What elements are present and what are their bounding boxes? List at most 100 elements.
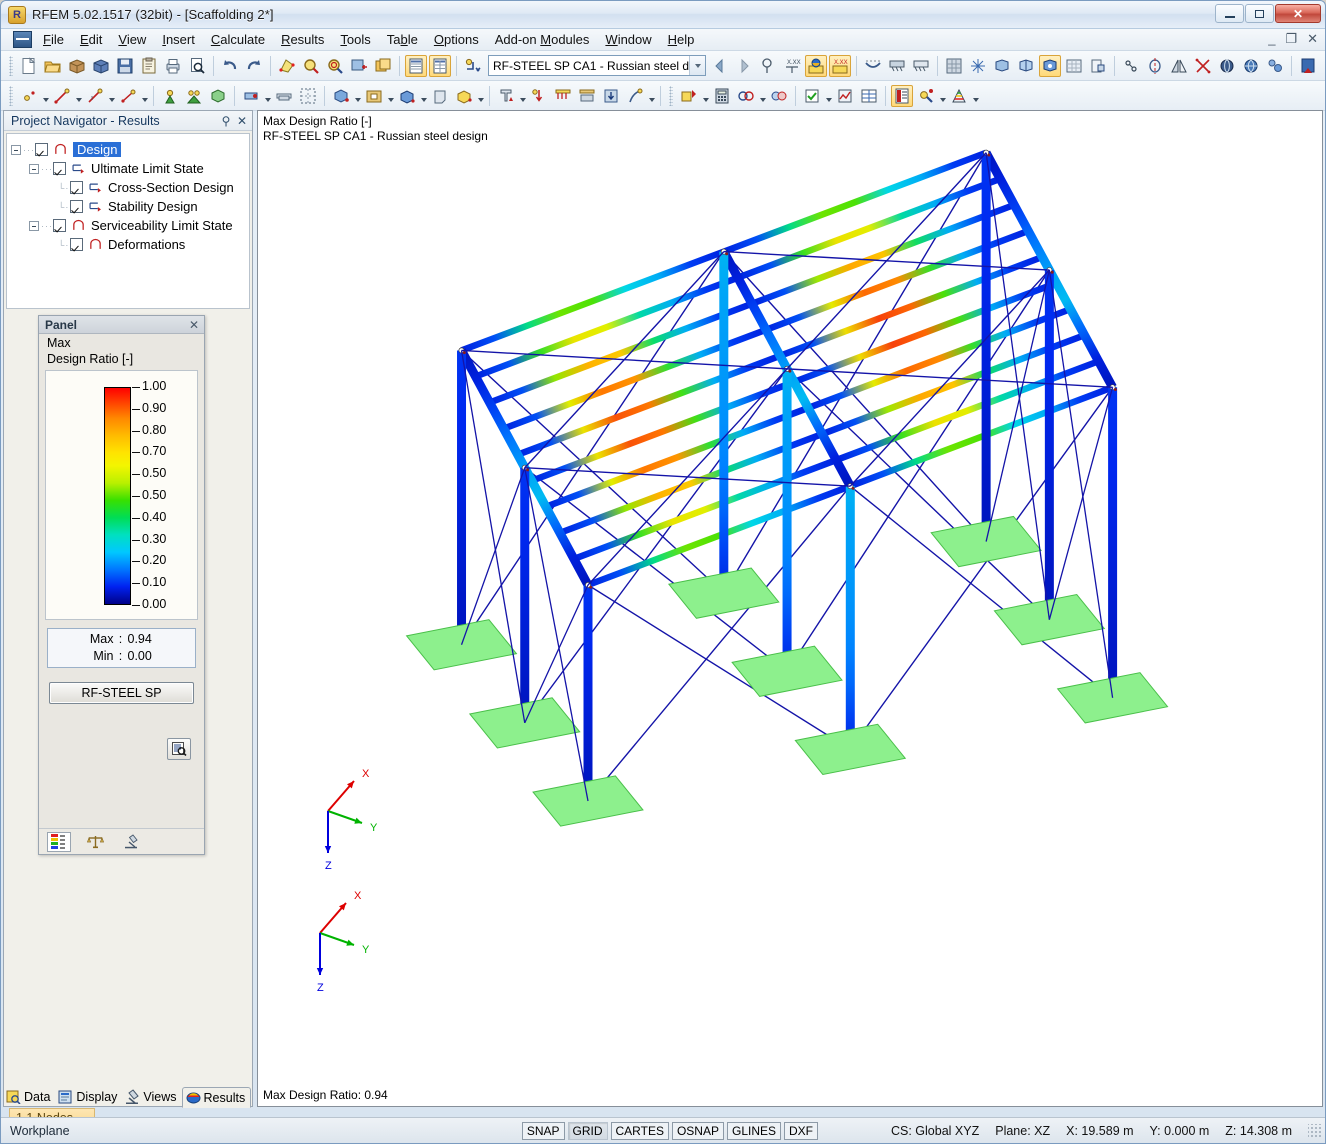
menu-tools[interactable]: Tools bbox=[332, 29, 378, 50]
close-icon[interactable]: ✕ bbox=[187, 318, 201, 332]
imperfection-icon[interactable] bbox=[624, 85, 646, 107]
new-volume-dropdown-arrow[interactable] bbox=[476, 85, 485, 107]
color-scale-dropdown-arrow[interactable] bbox=[971, 85, 980, 107]
show-results-icon[interactable] bbox=[805, 54, 827, 77]
print-preview-icon[interactable] bbox=[186, 55, 208, 77]
new-solid-icon[interactable] bbox=[396, 85, 418, 107]
print-report-1-icon[interactable] bbox=[1297, 55, 1319, 77]
tree-item-ultimate-limit-state[interactable]: ··· Ultimate Limit State bbox=[11, 159, 245, 178]
new-file-icon[interactable] bbox=[18, 55, 40, 77]
eccentricity-icon[interactable] bbox=[273, 85, 295, 107]
render-model-icon[interactable] bbox=[276, 55, 298, 77]
menu-table[interactable]: Table bbox=[379, 29, 426, 50]
checkbox[interactable] bbox=[70, 200, 83, 213]
menu-results[interactable]: Results bbox=[273, 29, 332, 50]
result-diagram-icon[interactable]: X.XX bbox=[781, 55, 803, 77]
print-icon[interactable] bbox=[162, 55, 184, 77]
new-node-dropdown-arrow[interactable] bbox=[41, 85, 50, 107]
navigator-tab-results[interactable]: Results bbox=[181, 1087, 252, 1108]
tree-item-stability-design[interactable]: └·· Stability Design bbox=[11, 197, 245, 216]
result-values-icon[interactable] bbox=[757, 55, 779, 77]
load-case-combo[interactable]: RF-STEEL SP CA1 - Russian steel design bbox=[488, 55, 706, 76]
nodal-load-dropdown-arrow[interactable] bbox=[518, 85, 527, 107]
close-icon[interactable]: ✕ bbox=[234, 113, 250, 129]
rotate-icon[interactable] bbox=[1144, 55, 1166, 77]
member-result-icon[interactable] bbox=[834, 85, 856, 107]
new-support-icon[interactable] bbox=[117, 85, 139, 107]
navigator-tab-views[interactable]: Views bbox=[122, 1086, 181, 1107]
cross-section-icon[interactable] bbox=[1192, 55, 1214, 77]
move-view-icon[interactable] bbox=[348, 55, 370, 77]
new-opening-icon[interactable] bbox=[363, 85, 385, 107]
toolbar-grip[interactable] bbox=[9, 55, 13, 76]
mesh-icon[interactable] bbox=[943, 55, 965, 77]
menu-options[interactable]: Options bbox=[426, 29, 487, 50]
generate-loads-dropdown-arrow[interactable] bbox=[701, 85, 710, 107]
checkbox[interactable] bbox=[70, 181, 83, 194]
new-window-icon[interactable] bbox=[372, 55, 394, 77]
magnifier-list-icon[interactable] bbox=[167, 738, 191, 760]
combination-icon[interactable] bbox=[735, 85, 757, 107]
globe-icon[interactable] bbox=[1240, 55, 1262, 77]
nodal-load-icon[interactable] bbox=[495, 85, 517, 107]
result-numbers-icon[interactable]: X.XX bbox=[829, 54, 851, 77]
surface-support-icon[interactable] bbox=[207, 85, 229, 107]
hinge-icon[interactable] bbox=[240, 85, 262, 107]
menu-insert[interactable]: Insert bbox=[154, 29, 203, 50]
scales-icon[interactable] bbox=[83, 832, 107, 852]
collapse-icon[interactable] bbox=[11, 144, 21, 155]
nodal-support-icon[interactable] bbox=[159, 85, 181, 107]
generate-loads-icon[interactable] bbox=[678, 85, 700, 107]
open-file-icon[interactable] bbox=[42, 55, 64, 77]
new-node-icon[interactable] bbox=[18, 85, 40, 107]
settings-icon[interactable] bbox=[915, 85, 937, 107]
checkbox[interactable] bbox=[70, 238, 83, 251]
checkbox[interactable] bbox=[35, 143, 48, 156]
collapse-icon[interactable] bbox=[29, 163, 39, 174]
model-check-dropdown-arrow[interactable] bbox=[824, 85, 833, 107]
surface-2-icon[interactable] bbox=[1015, 55, 1037, 77]
new-line-dropdown-arrow[interactable] bbox=[74, 85, 83, 107]
imperfection-dropdown-arrow[interactable] bbox=[647, 85, 656, 107]
microscope-icon[interactable] bbox=[119, 832, 143, 852]
new-opening-dropdown-arrow[interactable] bbox=[386, 85, 395, 107]
tree-item-deformations[interactable]: └·· Deformations bbox=[11, 235, 245, 254]
model-check-icon[interactable] bbox=[801, 85, 823, 107]
maximize-button[interactable] bbox=[1245, 4, 1274, 23]
next-load-case-icon[interactable] bbox=[733, 55, 755, 77]
section-icon[interactable] bbox=[1087, 55, 1109, 77]
new-support-dropdown-arrow[interactable] bbox=[140, 85, 149, 107]
color-bars-icon[interactable] bbox=[47, 831, 71, 852]
tree-item-serviceability-limit-state[interactable]: ··· Serviceability Limit State bbox=[11, 216, 245, 235]
toolbar-grip[interactable] bbox=[669, 85, 673, 106]
menu-calculate[interactable]: Calculate bbox=[203, 29, 273, 50]
surface-3-icon[interactable] bbox=[1039, 54, 1061, 77]
new-surface-dropdown-arrow[interactable] bbox=[353, 85, 362, 107]
zoom-all-icon[interactable] bbox=[324, 55, 346, 77]
save-icon[interactable] bbox=[114, 55, 136, 77]
new-member-icon[interactable]: I bbox=[84, 85, 106, 107]
surface-load-icon[interactable] bbox=[576, 85, 598, 107]
deformation-icon[interactable] bbox=[862, 55, 884, 77]
rfem-menu-icon[interactable] bbox=[13, 31, 32, 48]
rf-steel-sp-button[interactable]: RF-STEEL SP bbox=[49, 682, 194, 704]
mdi-minimize-button[interactable]: _ bbox=[1266, 31, 1277, 47]
color-scale-icon[interactable] bbox=[948, 85, 970, 107]
dimension-icon[interactable] bbox=[1120, 55, 1142, 77]
status-toggle-grid[interactable]: GRID bbox=[567, 1121, 608, 1140]
previous-load-case-icon[interactable] bbox=[709, 55, 731, 77]
sphere-icon[interactable] bbox=[1216, 55, 1238, 77]
checkbox[interactable] bbox=[53, 162, 66, 175]
status-toggle-dxf[interactable]: DXF bbox=[784, 1121, 818, 1140]
new-solid-dropdown-arrow[interactable] bbox=[419, 85, 428, 107]
open-project-icon[interactable] bbox=[90, 55, 112, 77]
settings-dropdown-arrow[interactable] bbox=[938, 85, 947, 107]
tree-item-cross-section-design[interactable]: └·· Cross-Section Design bbox=[11, 178, 245, 197]
fe-mesh-icon[interactable] bbox=[967, 55, 989, 77]
new-volume-icon[interactable] bbox=[453, 85, 475, 107]
menu-view[interactable]: View bbox=[110, 29, 154, 50]
surface-1-icon[interactable] bbox=[991, 55, 1013, 77]
menu-file[interactable]: File bbox=[35, 29, 72, 50]
solid-body-icon[interactable] bbox=[429, 85, 451, 107]
zoom-window-icon[interactable] bbox=[300, 55, 322, 77]
